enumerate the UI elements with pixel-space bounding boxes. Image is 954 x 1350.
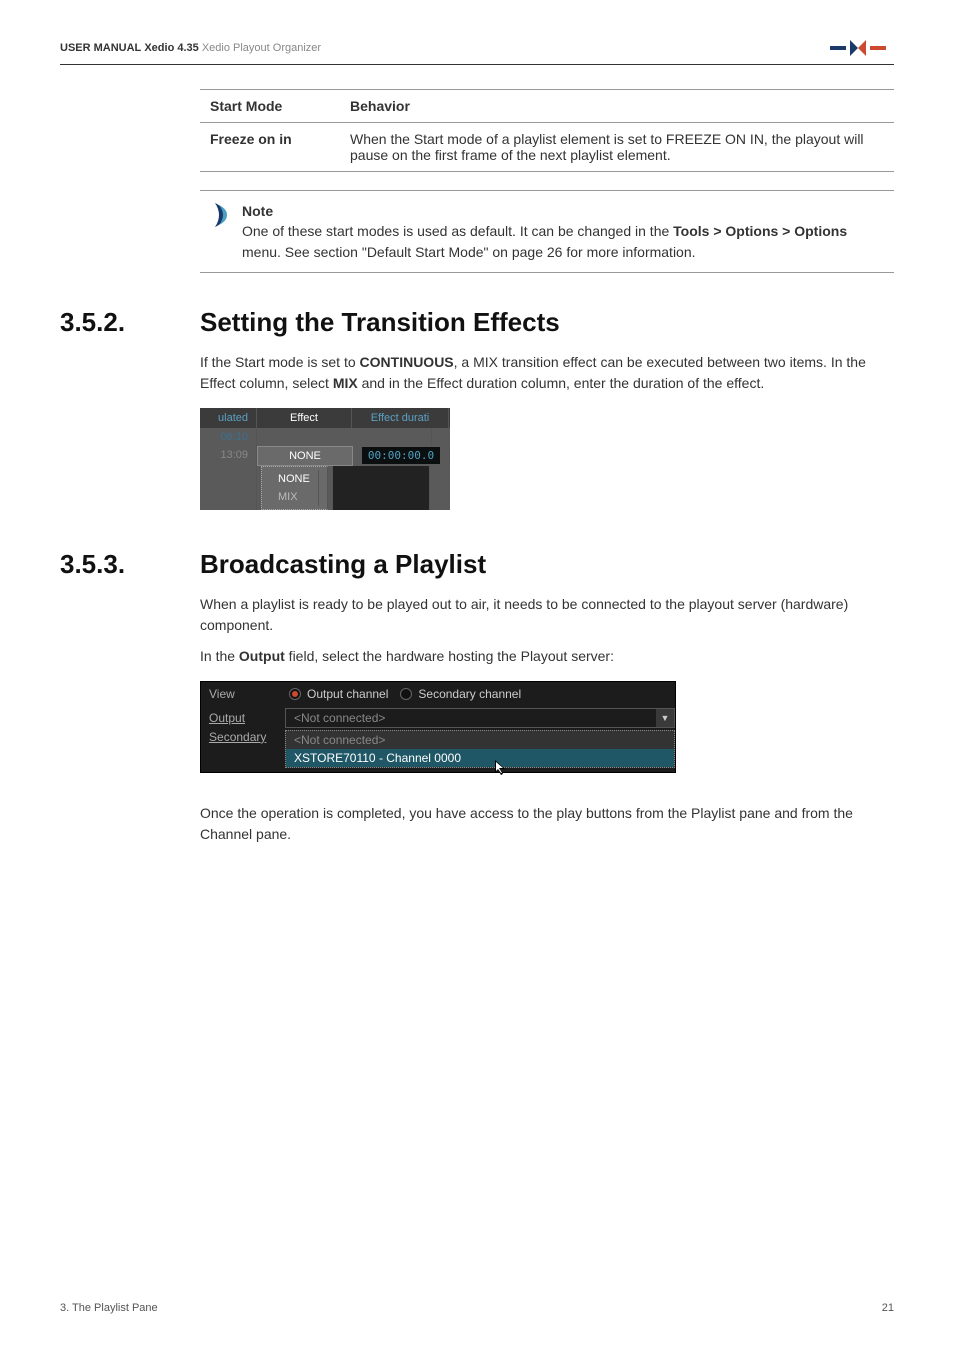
note-title: Note	[242, 203, 273, 219]
footer-right: 21	[882, 1302, 894, 1314]
s353-p2: In the Output field, select the hardware…	[200, 646, 894, 667]
td-freeze-desc: When the Start mode of a playlist elemen…	[340, 123, 894, 172]
output-select[interactable]: <Not connected> ▼	[285, 708, 675, 728]
section-title-352: Setting the Transition Effects	[200, 307, 560, 338]
radio-output-label: Output channel	[307, 687, 388, 701]
s353-p3: Once the operation is completed, you hav…	[200, 803, 894, 845]
footer-left: 3. The Playlist Pane	[60, 1302, 158, 1314]
lbl-secondary: Secondary	[201, 730, 285, 744]
dd-none[interactable]: NONE	[270, 470, 319, 488]
section-title-353: Broadcasting a Playlist	[200, 549, 486, 580]
s352-para: If the Start mode is set to CONTINUOUS, …	[200, 352, 894, 394]
r0-time: 06:10	[200, 428, 257, 446]
cursor-icon	[495, 760, 509, 776]
start-mode-table: Start Mode Behavior Freeze on in When th…	[200, 89, 894, 172]
section-352-heading: 3.5.2. Setting the Transition Effects	[60, 307, 894, 338]
note-text: Note One of these start modes is used as…	[242, 201, 882, 262]
dd-xstore[interactable]: XSTORE70110 - Channel 0000	[286, 749, 674, 767]
lbl-view: View	[201, 687, 285, 701]
note-icon	[212, 203, 230, 262]
dropdown-arrow-icon[interactable]: ▼	[656, 709, 674, 727]
product-name: Xedio Playout Organizer	[202, 42, 321, 54]
hdr-ulated: ulated	[200, 408, 257, 428]
hdr-effect: Effect	[257, 408, 352, 428]
secondary-dropdown[interactable]: <Not connected> XSTORE70110 - Channel 00…	[285, 730, 675, 768]
th-behavior: Behavior	[340, 90, 894, 123]
radio-secondary-channel[interactable]	[400, 688, 412, 700]
effect-tc[interactable]: 00:00:00.0	[362, 447, 440, 464]
lbl-output: Output	[201, 711, 285, 725]
page-footer: 3. The Playlist Pane 21	[60, 1302, 894, 1314]
r1-time: 13:09	[200, 446, 257, 466]
manual-version: Xedio 4.35	[144, 42, 198, 54]
note-box: Note One of these start modes is used as…	[200, 190, 894, 273]
dd-mix[interactable]: MIX	[270, 488, 319, 506]
effect-dropdown[interactable]: NONE MIX	[261, 466, 328, 510]
dd-notconn[interactable]: <Not connected>	[286, 731, 674, 749]
th-start-mode: Start Mode	[200, 90, 340, 123]
hdr-effect-dur: Effect durati	[352, 408, 449, 428]
section-number-353: 3.5.3.	[60, 549, 172, 580]
effect-figure: ulated Effect Effect durati 06:10 13:09 …	[200, 408, 894, 515]
logo	[830, 38, 894, 58]
section-number-352: 3.5.2.	[60, 307, 172, 338]
header-title: USER MANUAL Xedio 4.35 Xedio Playout Org…	[60, 42, 321, 54]
section-353-heading: 3.5.3. Broadcasting a Playlist	[60, 549, 894, 580]
output-figure: View Output channel Secondary channel Ou…	[200, 681, 894, 773]
manual-bold: USER MANUAL	[60, 42, 141, 54]
radio-secondary-label: Secondary channel	[418, 687, 521, 701]
s353-p1: When a playlist is ready to be played ou…	[200, 594, 894, 636]
radio-output-channel[interactable]	[289, 688, 301, 700]
effect-select[interactable]: NONE	[257, 446, 353, 466]
page-header: USER MANUAL Xedio 4.35 Xedio Playout Org…	[60, 38, 894, 65]
td-freeze-label: Freeze on in	[200, 123, 340, 172]
